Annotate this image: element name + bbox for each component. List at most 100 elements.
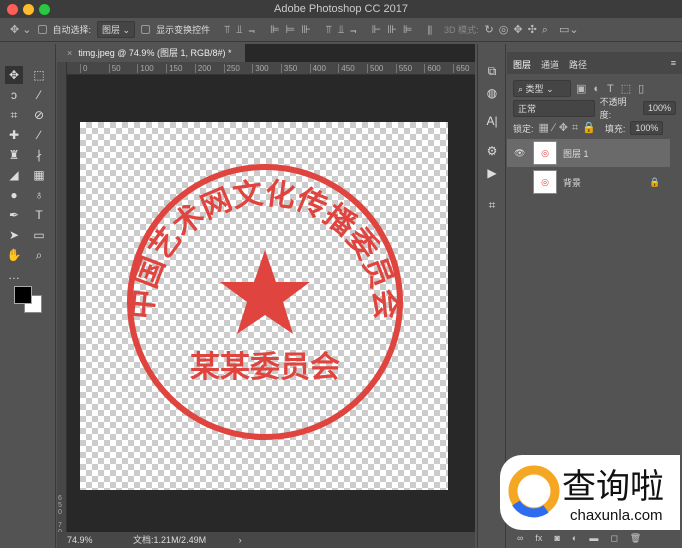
ruler-tick: 650 [453,64,469,73]
stamp-inner-text: 某某委员会 [190,350,340,385]
tab-paths[interactable]: 路径 [569,58,587,70]
panel-menu-icon[interactable]: ≡ [671,58,676,68]
more-tools-icon[interactable]: … [5,266,23,284]
document-size: 文档:1.21M/2.49M [133,535,207,545]
layer-row[interactable]: ◎ 背景 🔒 [507,168,670,196]
show-transform-checkbox[interactable] [141,25,151,34]
crop-tool-icon[interactable]: ⌗ [5,106,23,124]
link-icon[interactable]: ∞ [517,533,523,543]
lasso-tool-icon[interactable]: ↄ [5,86,23,104]
gradient-tool-icon[interactable]: ▦ [30,166,48,184]
tools-panel: ✥ ⬚ ↄ ⁄ ⌗ ⊘ ✚ ∕ ♜ ∤ ◢ ▦ ● ♁ ✒ T ➤ ▭ ✋ ⌕ … [0,44,56,548]
close-tab-icon[interactable]: × [67,48,72,58]
watermark-brand: 查询啦 [562,467,664,507]
fx-button[interactable]: fx [535,533,542,543]
pen-tool-icon[interactable]: ✒ [5,206,23,224]
mask-icon[interactable]: ◙ [554,533,559,543]
3d-tools-icons[interactable]: ↻◎✥✣⌕ [485,23,553,37]
auto-select-checkbox[interactable] [37,25,47,34]
tab-channels[interactable]: 通道 [541,58,559,70]
stamp-image: 中国艺术网文化传播委员会 某某委员会 [124,164,404,440]
eyedropper-icon[interactable]: ⊘ [30,106,48,124]
move-tool-icon[interactable]: ✥ [5,66,23,84]
watermark: 查询啦 chaxunla.com [500,455,680,530]
visibility-eye-icon[interactable]: 👁 [514,148,525,159]
ruler-tick: 50 [108,64,121,73]
adjustments-icon[interactable]: ◍ [483,84,501,102]
tab-layers[interactable]: 图层 [513,58,531,70]
eraser-tool-icon[interactable]: ◢ [5,166,23,184]
status-bar: 74.9% 文档:1.21M/2.49M › [57,532,475,548]
healing-brush-icon[interactable]: ✚ [5,126,23,144]
canvas[interactable]: 中国艺术网文化传播委员会 某某委员会 [80,122,448,490]
ruler-tick: 100 [137,64,154,73]
history-brush-icon[interactable]: ∤ [30,146,48,164]
ruler-tick: 350 [280,64,297,73]
3d-mode-label: 3D 模式: [444,25,479,35]
fill-field[interactable]: 100% [630,121,664,135]
brush-tool-icon[interactable]: ∕ [30,126,48,144]
ruler-tick: 400 [309,64,326,73]
auto-select-dropdown[interactable]: 图层 ⌄ [97,21,136,38]
stamp-star-icon [220,250,310,334]
play-icon[interactable]: ▶ [483,164,501,182]
lock-icons[interactable]: ▦∕✥⌗🔒 [539,121,600,135]
crop-panel-icon[interactable]: ⌗ [483,196,501,214]
zoom-tool-icon[interactable]: ⌕ [30,246,48,264]
layer-name: 背景 [563,177,582,188]
filter-value: 类型 [525,83,544,94]
properties-icon[interactable]: ⚙ [483,142,501,160]
move-tool-icon[interactable]: ✥ ⌄ [10,23,32,36]
lock-icon: 🔒 [649,176,661,187]
options-bar: ✥ ⌄ 自动选择: 图层 ⌄ 显示变换控件 ⫪⫫⫬ ⊫⊨⊪ ⫪⫫⫬ ⊩⊪⊫ ⦀ … [0,18,682,42]
ruler-tick: 150 [166,64,182,73]
character-icon[interactable]: A| [483,112,501,130]
opacity-field[interactable]: 100% [642,101,676,115]
status-arrow-icon[interactable]: › [239,535,242,545]
vruler-tick: 650 [58,495,62,516]
zoom-level[interactable]: 74.9% [67,535,93,545]
ruler-tick: 250 [223,64,240,73]
align-icons[interactable]: ⫪⫫⫬ ⊫⊨⊪ ⫪⫫⫬ ⊩⊪⊫ ⦀ [224,23,438,37]
magic-wand-icon[interactable]: ⁄ [30,86,48,104]
filter-icons[interactable]: ▣◐T⬚▯ [576,82,651,95]
ruler-tick: 200 [194,64,211,73]
marquee-tool-icon[interactable]: ⬚ [30,66,48,84]
blur-tool-icon[interactable]: ● [5,186,23,204]
auto-select-label: 自动选择: [52,25,92,35]
new-layer-icon[interactable]: ◻ [610,533,617,544]
layer-thumbnail: ◎ [533,170,557,194]
foreground-color-swatch[interactable] [14,286,32,304]
rectangle-tool-icon[interactable]: ▭ [30,226,48,244]
stamp-tool-icon[interactable]: ♜ [5,146,23,164]
minimize-window-button[interactable] [23,4,34,15]
workspace-icon[interactable]: ▭⌄ [559,23,579,36]
ruler-tick: 500 [367,64,383,73]
ruler-tick: 600 [424,64,441,73]
close-window-button[interactable] [7,4,18,15]
adjustment-layer-icon[interactable]: ◐ [572,533,577,543]
document-tab[interactable]: × timg.jpeg @ 74.9% (图层 1, RGB/8#) * [57,44,245,62]
layer-row[interactable]: 👁 ◎ 图层 1 [507,139,670,167]
ruler-tick: 450 [338,64,355,73]
ruler-tick: 0 [80,64,87,73]
layer-thumbnail: ◎ [533,141,557,165]
ruler-tick: 550 [395,64,412,73]
path-select-icon[interactable]: ➤ [5,226,23,244]
title-bar: Adobe Photoshop CC 2017 [0,0,682,18]
auto-select-value: 图层 [102,25,121,35]
lock-label: 锁定: [513,123,534,134]
plugin-icon[interactable]: ⧉ [483,62,501,80]
layer-name: 图层 1 [563,148,589,159]
dodge-tool-icon[interactable]: ♁ [30,186,48,204]
trash-icon[interactable]: 🗑 [630,533,641,544]
maximize-window-button[interactable] [39,4,50,15]
type-tool-icon[interactable]: T [30,206,48,224]
blend-mode-dropdown[interactable]: 正常 [513,99,595,117]
filter-dropdown[interactable]: ⌕ 类型 ⌄ [513,79,571,97]
hand-tool-icon[interactable]: ✋ [5,246,23,264]
group-folder-icon[interactable]: ▬ [589,533,598,543]
horizontal-ruler: 0 50 100 150 200 250 300 350 400 450 500 550 600 650 [67,62,475,75]
ruler-tick: 300 [252,64,269,73]
watermark-logo-icon [508,465,560,518]
